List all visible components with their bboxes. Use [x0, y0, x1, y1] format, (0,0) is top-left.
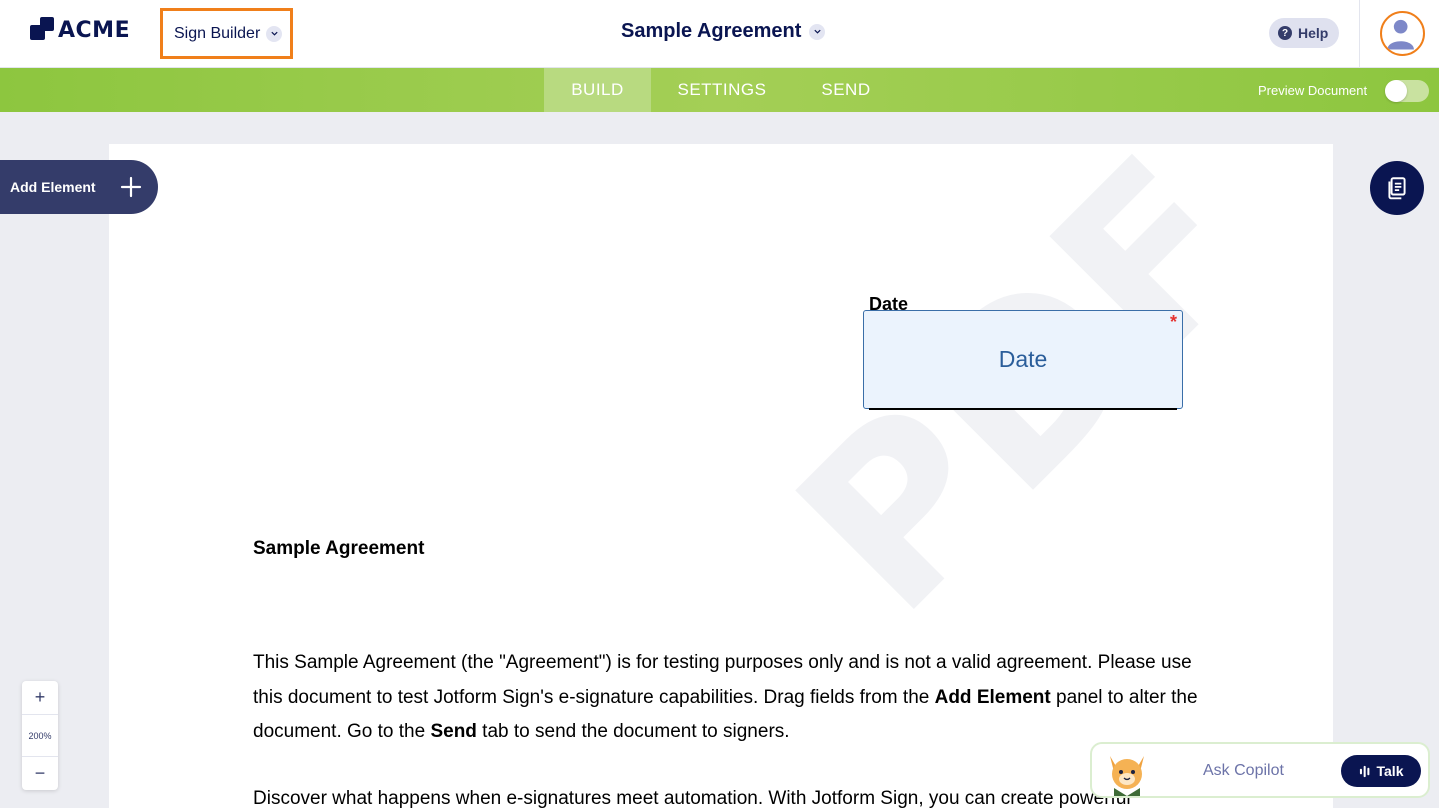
paragraph-text: tab to send the document to signers. [476, 721, 790, 742]
date-field-text: Date [998, 346, 1048, 372]
logo-text: ACME [58, 17, 131, 43]
chevron-down-icon [809, 23, 826, 40]
help-button[interactable]: ? Help [1269, 18, 1339, 48]
agreement-paragraph-2: Discover what happens when e-signatures … [253, 788, 1131, 808]
document-title: Sample Agreement [621, 20, 802, 42]
zoom-in-button[interactable]: + [22, 681, 58, 714]
user-avatar[interactable] [1380, 11, 1425, 56]
preview-document-toggle[interactable] [1385, 80, 1429, 102]
tab-settings[interactable]: SETTINGS [666, 68, 778, 112]
help-label: Help [1298, 25, 1329, 41]
talk-button[interactable]: Talk [1341, 755, 1421, 787]
required-marker: * [1169, 312, 1177, 332]
document-page: PDF Date Date * Sample Agreement This Sa… [109, 144, 1333, 808]
sign-builder-dropdown[interactable]: Sign Builder [160, 8, 293, 59]
header-divider [1359, 0, 1360, 68]
zoom-control: + 200% − [22, 681, 58, 790]
ask-copilot-label: Ask Copilot [1203, 762, 1284, 779]
add-element-button[interactable]: Add Element [0, 160, 158, 214]
zoom-level: 200% [22, 714, 58, 757]
zoom-out-button[interactable]: − [22, 757, 58, 790]
ask-copilot-widget[interactable]: Ask Copilot Talk [1090, 742, 1430, 798]
user-avatar-icon [1387, 19, 1414, 50]
document-title-dropdown[interactable]: Sample Agreement [621, 20, 826, 43]
agreement-paragraph-1: This Sample Agreement (the "Agreement") … [253, 646, 1203, 750]
sign-builder-label: Sign Builder [174, 24, 261, 42]
plus-icon [120, 176, 142, 198]
date-field[interactable]: Date * [863, 310, 1183, 409]
document-icon [1388, 177, 1406, 200]
acme-logo[interactable]: ACME [30, 17, 130, 43]
question-icon: ? [1278, 26, 1292, 40]
document-pages-button[interactable] [1370, 161, 1424, 215]
top-bar: ACME Sign Builder Sample Agreement ? Hel… [0, 0, 1439, 68]
chevron-down-icon [266, 25, 283, 42]
tab-send[interactable]: SEND [808, 68, 884, 112]
paragraph-bold-add-element: Add Element [934, 686, 1051, 708]
tab-build[interactable]: BUILD [544, 68, 651, 112]
builder-nav-bar: BUILD SETTINGS SEND Preview Document [0, 68, 1439, 112]
audio-bars-icon [1359, 765, 1369, 777]
toggle-knob [1385, 80, 1407, 102]
copilot-cat-avatar-icon [1110, 756, 1144, 796]
preview-document-label: Preview Document [1258, 83, 1368, 98]
paragraph-bold-send: Send [430, 721, 477, 742]
date-underline [869, 408, 1177, 410]
talk-label: Talk [1376, 763, 1404, 779]
acme-logo-icon [30, 17, 54, 43]
add-element-label: Add Element [10, 179, 96, 195]
agreement-title: Sample Agreement [253, 538, 425, 559]
